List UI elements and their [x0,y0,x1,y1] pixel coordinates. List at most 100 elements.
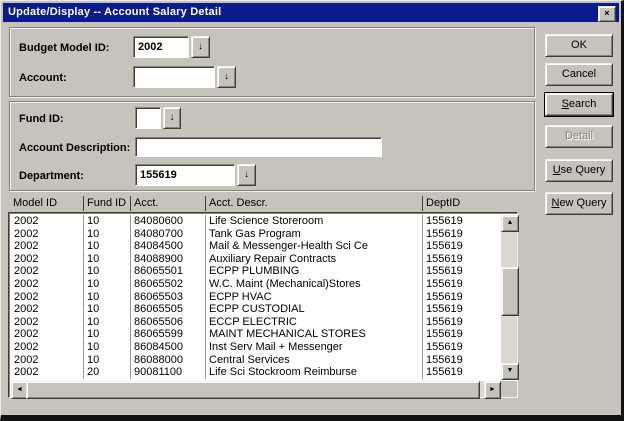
table-row[interactable]: 20021086065501ECPP PLUMBING155619 [11,265,501,278]
use-query-button[interactable]: Use Query [545,159,613,182]
horizontal-scrollbar[interactable]: ◄ ► [11,381,501,397]
fund-id-dropdown-icon[interactable]: ↓ [163,107,181,129]
fund-id-field[interactable] [135,107,161,129]
column-header[interactable]: Acct. [130,196,205,211]
top-group-box [9,27,535,97]
table-row[interactable]: 20021086084500Inst Serv Mail + Messenger… [11,341,501,354]
department-dropdown-icon[interactable]: ↓ [237,164,256,186]
table-cell: Central Services [206,354,423,367]
table-row[interactable]: 20022090081100Life Sci Stockroom Reimbur… [11,366,501,379]
table-cell: 155619 [423,278,501,291]
table-cell: 86065502 [131,278,206,291]
table-row[interactable]: 20021084088900Auxiliary Repair Contracts… [11,253,501,266]
table-cell: 86065501 [131,265,206,278]
table-cell: 155619 [423,303,501,316]
column-header[interactable]: Acct. Descr. [205,196,422,211]
vertical-scrollbar[interactable]: ▲ ▼ [501,215,517,380]
column-header[interactable]: DeptID [422,196,518,211]
table-cell: 10 [84,291,131,304]
ok-button[interactable]: OK [545,34,613,57]
table-cell: Tank Gas Program [206,228,423,241]
table-row[interactable]: 20021086065502W.C. Maint (Mechanical)Sto… [11,278,501,291]
table-cell: ECCP ELECTRIC [206,316,423,329]
department-label: Department: [19,170,84,182]
table-cell: 155619 [423,253,501,266]
table-cell: 10 [84,240,131,253]
department-field[interactable] [135,164,235,186]
table-cell: 84084500 [131,240,206,253]
table-cell: 2002 [11,240,84,253]
table-cell: ECPP CUSTODIAL [206,303,423,316]
table-row[interactable]: 20021084080600Life Science Storeroom1556… [11,215,501,228]
table-cell: 10 [84,278,131,291]
horizontal-scroll-thumb[interactable] [26,381,480,399]
table-cell: Auxiliary Repair Contracts [206,253,423,266]
cancel-button[interactable]: Cancel [545,63,613,86]
scroll-up-icon[interactable]: ▲ [501,215,519,232]
table-cell: 10 [84,316,131,329]
table-row[interactable]: 20021084084500Mail & Messenger-Health Sc… [11,240,501,253]
new-query-button[interactable]: New Query [545,192,613,215]
table-cell: 10 [84,354,131,367]
detail-button[interactable]: Detail [545,125,613,148]
table-cell: Inst Serv Mail + Messenger [206,341,423,354]
account-field[interactable] [133,66,215,88]
table-cell: 84088900 [131,253,206,266]
table-cell: 155619 [423,265,501,278]
table-cell: 155619 [423,341,501,354]
table-cell: 155619 [423,228,501,241]
budget-model-id-field[interactable] [133,36,189,58]
account-description-field[interactable] [135,137,382,157]
table-row[interactable]: 20021086088000Central Services155619 [11,354,501,367]
table-cell: 155619 [423,215,501,228]
budget-model-id-dropdown-icon[interactable]: ↓ [191,36,210,58]
table-cell: 155619 [423,240,501,253]
table-cell: 2002 [11,228,84,241]
scrollbar-corner [501,381,517,397]
table-cell: 10 [84,265,131,278]
table-cell: 10 [84,328,131,341]
search-button[interactable]: Search [545,93,613,116]
title-bar[interactable]: Update/Display -- Account Salary Detail … [3,3,619,22]
table-cell: 2002 [11,366,84,379]
table-cell: 20 [84,366,131,379]
close-icon[interactable]: × [598,6,616,22]
table-cell: 86084500 [131,341,206,354]
table-cell: 84080700 [131,228,206,241]
table-cell: 2002 [11,316,84,329]
table-cell: ECPP HVAC [206,291,423,304]
table-cell: 84080600 [131,215,206,228]
window-title: Update/Display -- Account Salary Detail [8,6,221,18]
vertical-scroll-thumb[interactable] [501,267,519,316]
table-cell: 2002 [11,253,84,266]
table-cell: 90081100 [131,366,206,379]
table-cell: 2002 [11,265,84,278]
results-list: 20021084080600Life Science Storeroom1556… [8,212,518,398]
table-cell: W.C. Maint (Mechanical)Stores [206,278,423,291]
table-row[interactable]: 20021086065505ECPP CUSTODIAL155619 [11,303,501,316]
table-cell: 155619 [423,328,501,341]
table-cell: ECPP PLUMBING [206,265,423,278]
scroll-down-icon[interactable]: ▼ [501,363,519,380]
table-cell: 86065505 [131,303,206,316]
table-cell: 2002 [11,354,84,367]
grid-body: 20021084080600Life Science Storeroom1556… [11,215,501,379]
table-cell: 2002 [11,303,84,316]
table-cell: 86065503 [131,291,206,304]
table-cell: Life Sci Stockroom Reimburse [206,366,423,379]
scroll-right-icon[interactable]: ► [484,381,501,399]
table-cell: 86088000 [131,354,206,367]
table-cell: 10 [84,303,131,316]
column-header[interactable]: Model ID [10,196,83,211]
table-row[interactable]: 20021086065506ECCP ELECTRIC155619 [11,316,501,329]
table-cell: 86065506 [131,316,206,329]
table-row[interactable]: 20021084080700Tank Gas Program155619 [11,228,501,241]
table-row[interactable]: 20021086065599MAINT MECHANICAL STORES155… [11,328,501,341]
account-label: Account: [19,72,67,84]
grid-header: Model IDFund IDAcct.Acct. Descr.DeptID [10,196,518,211]
table-row[interactable]: 20021086065503ECPP HVAC155619 [11,291,501,304]
table-cell: 86065599 [131,328,206,341]
account-dropdown-icon[interactable]: ↓ [217,66,236,88]
column-header[interactable]: Fund ID [83,196,130,211]
table-cell: 2002 [11,215,84,228]
